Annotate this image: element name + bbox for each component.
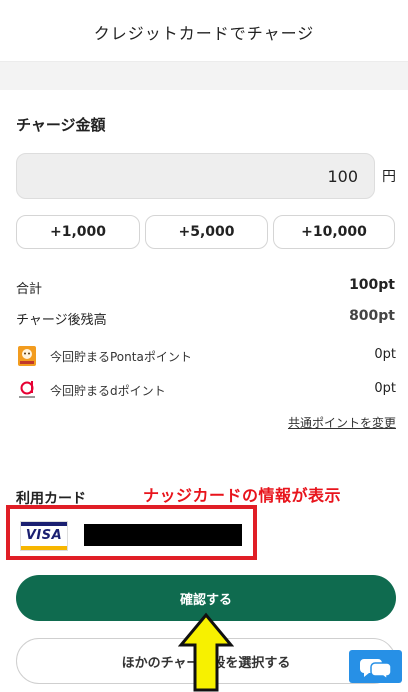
d-point-icon bbox=[19, 381, 35, 398]
d-points-value: 0pt bbox=[374, 381, 396, 396]
visa-logo-bottom-band bbox=[21, 546, 67, 550]
add-1000-button[interactable]: +1,000 bbox=[16, 215, 140, 249]
charge-amount-input[interactable]: 100 bbox=[16, 153, 375, 199]
charge-amount-title: チャージ金額 bbox=[16, 116, 106, 134]
visa-brand-text: VISA bbox=[25, 528, 63, 543]
visa-logo-top-band bbox=[21, 522, 67, 526]
visa-logo-icon: VISA bbox=[20, 521, 68, 551]
d-points-row: 今回貯まるdポイント 0pt bbox=[16, 379, 396, 401]
yellow-arrow-annotation bbox=[178, 612, 234, 692]
page-title: クレジットカードでチャージ bbox=[93, 24, 315, 43]
section-divider bbox=[0, 62, 408, 90]
selected-card-highlight[interactable]: VISA bbox=[6, 505, 257, 560]
charge-amount-value: 100 bbox=[327, 167, 358, 186]
app-header: クレジットカードでチャージ bbox=[0, 0, 408, 62]
d-points-label: 今回貯まるdポイント bbox=[50, 384, 166, 398]
total-label: 合計 bbox=[16, 282, 43, 297]
chat-bubbles-icon bbox=[360, 659, 392, 681]
redacted-card-number bbox=[84, 524, 242, 546]
add-5000-button[interactable]: +5,000 bbox=[145, 215, 268, 249]
annotation-text: ナッジカードの情報が表示 bbox=[143, 486, 342, 505]
total-value: 100pt bbox=[349, 277, 395, 293]
balance-after-value: 800pt bbox=[349, 308, 395, 324]
charge-amount-unit: 円 bbox=[382, 169, 396, 185]
chat-button[interactable] bbox=[349, 650, 402, 683]
ponta-points-label: 今回貯まるPontaポイント bbox=[50, 350, 192, 364]
ponta-points-row: 今回貯まるPontaポイント 0pt bbox=[16, 345, 396, 367]
balance-after-label: チャージ後残高 bbox=[16, 313, 107, 328]
add-10000-button[interactable]: +10,000 bbox=[273, 215, 395, 249]
ponta-points-value: 0pt bbox=[374, 347, 396, 362]
change-common-points-link[interactable]: 共通ポイントを変更 bbox=[288, 414, 396, 431]
ponta-icon bbox=[18, 346, 36, 366]
